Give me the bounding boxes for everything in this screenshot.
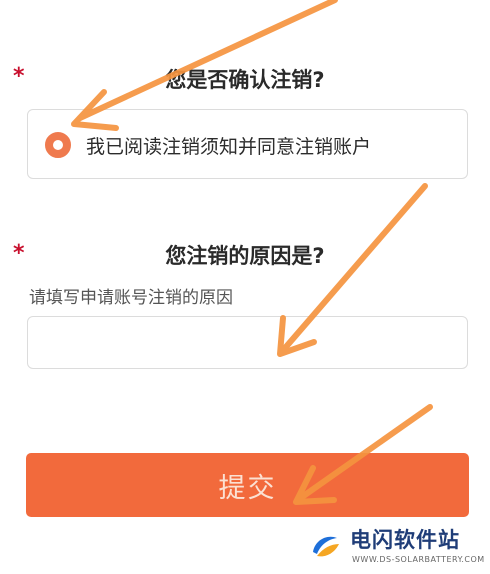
watermark-url: WWW.DS-SOLARBATTERY.COM	[352, 555, 485, 564]
reason-input[interactable]	[27, 316, 468, 369]
reason-question: 您注销的原因是?	[165, 244, 325, 268]
submit-button[interactable]: 提交	[26, 453, 469, 517]
watermark-title: 电闪软件站	[350, 528, 460, 552]
watermark: 电闪软件站 WWW.DS-SOLARBATTERY.COM	[303, 522, 490, 574]
confirm-option-label[interactable]: 我已阅读注销须知并同意注销账户	[86, 132, 371, 159]
radio-selected-icon[interactable]	[45, 132, 71, 158]
confirm-question: 您是否确认注销?	[165, 68, 325, 92]
reason-hint: 请填写申请账号注销的原因	[29, 288, 233, 308]
confirm-option[interactable]: 我已阅读注销须知并同意注销账户	[27, 109, 468, 179]
site-logo-icon	[306, 527, 344, 565]
